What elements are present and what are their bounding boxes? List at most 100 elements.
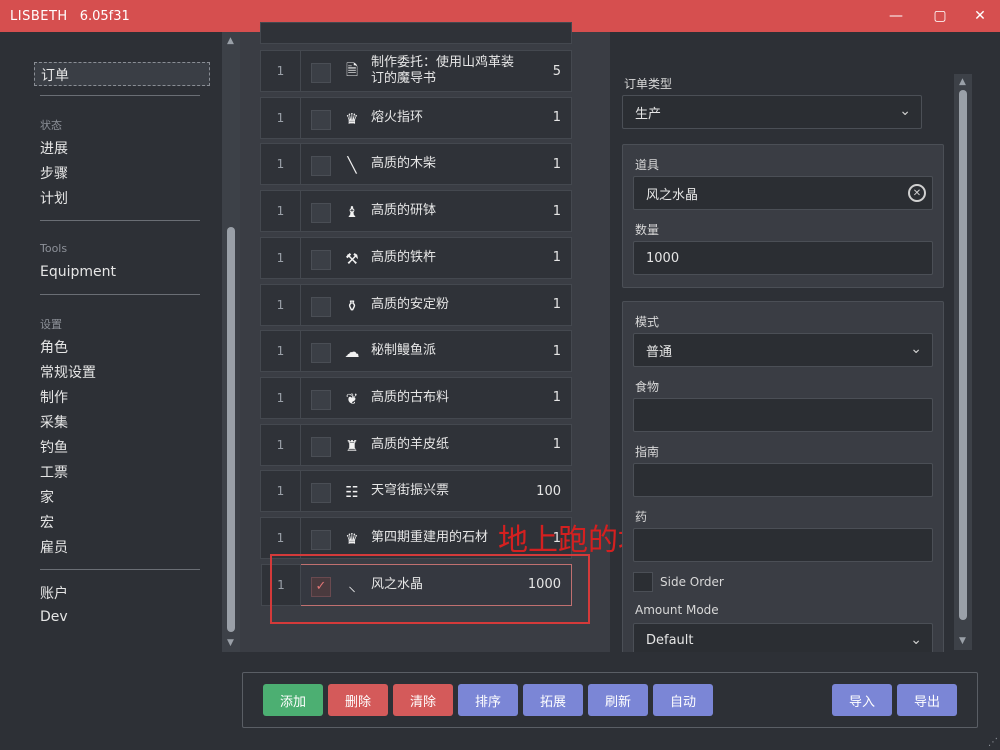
auto-button[interactable]: 自动 <box>653 684 713 716</box>
order-row-checkbox[interactable] <box>311 249 331 270</box>
maximize-button[interactable]: ▢ <box>920 0 960 32</box>
sidebar-item-retainers[interactable]: 雇员 <box>40 537 68 557</box>
item-field[interactable]: 风之水晶 ✕ <box>633 176 933 210</box>
order-row-checkbox[interactable] <box>311 343 331 364</box>
sidebar-item-equipment[interactable]: Equipment <box>40 264 116 280</box>
form-scrollbar[interactable]: ▲ ▼ <box>954 74 972 650</box>
sidebar-item-home[interactable]: 家 <box>40 487 54 507</box>
order-row-checkbox[interactable] <box>311 156 331 177</box>
guide-field[interactable] <box>633 463 933 497</box>
sidebar-item-fishing[interactable]: 钓鱼 <box>40 437 68 457</box>
annotation-box <box>270 554 590 624</box>
resize-grip-icon[interactable]: ⋰ <box>988 737 998 748</box>
divider <box>40 294 200 295</box>
mortar-icon: ♝ <box>345 203 359 222</box>
scroll-down-icon[interactable]: ▼ <box>227 638 234 648</box>
order-row-number: 1 <box>261 377 301 418</box>
clipboard-icon: ☷ <box>345 483 359 502</box>
order-row-number: 1 <box>261 284 301 325</box>
order-row-checkbox[interactable] <box>311 63 331 83</box>
sidebar-item-account[interactable]: 账户 <box>40 583 68 603</box>
export-button[interactable]: 导出 <box>897 684 957 716</box>
food-field[interactable] <box>633 398 933 432</box>
sidebar-item-progress[interactable]: 进展 <box>40 138 68 158</box>
order-row[interactable]: 1 ⚱ 高质的安定粉 1 <box>260 283 572 326</box>
expand-button[interactable]: 拓展 <box>523 684 583 716</box>
import-button[interactable]: 导入 <box>832 684 892 716</box>
scroll-up-icon[interactable]: ▲ <box>959 77 966 87</box>
order-row[interactable]: 1 ❦ 高质的古布料 1 <box>260 376 572 419</box>
divider <box>40 95 200 96</box>
sidebar-item-gathering[interactable]: 采集 <box>40 412 68 432</box>
amount-mode-label: Amount Mode <box>635 603 719 617</box>
order-row-number: 1 <box>261 97 301 138</box>
sidebar-item-crafting[interactable]: 制作 <box>40 387 68 407</box>
sidebar-item-character[interactable]: 角色 <box>40 337 68 357</box>
order-row-name: 高质的古布料 <box>371 389 450 405</box>
order-row-checkbox[interactable] <box>311 483 331 504</box>
sidebar-item-plan[interactable]: 计划 <box>40 188 68 208</box>
order-row-name: 高质的研钵 <box>371 203 437 219</box>
scroll-down-icon[interactable]: ▼ <box>959 636 966 646</box>
order-row-quantity: 1 <box>552 343 561 359</box>
order-row[interactable]: 1 ♜ 高质的羊皮纸 1 <box>260 423 572 466</box>
app-name: LISBETH <box>10 8 68 24</box>
clear-button[interactable]: 清除 <box>393 684 453 716</box>
side-order-checkbox[interactable] <box>633 572 653 592</box>
order-row-checkbox[interactable] <box>311 296 331 317</box>
order-row-number: 1 <box>261 144 301 185</box>
close-button[interactable]: ✕ <box>960 0 1000 32</box>
order-row[interactable]: 1 ♛ 熔火指环 1 <box>260 96 572 139</box>
sidebar: 订单 状态 进展 步骤 计划 Tools Equipment 设置 角色 常规设… <box>0 32 222 750</box>
sidebar-item-dev[interactable]: Dev <box>40 609 68 625</box>
order-row-partial[interactable] <box>260 22 572 44</box>
minimize-button[interactable]: — <box>876 0 916 32</box>
sidebar-heading-status: 状态 <box>40 119 62 132</box>
sidebar-item-orders[interactable]: 订单 <box>34 62 210 86</box>
app-version: 6.05f31 <box>79 8 130 24</box>
scrollbar-thumb[interactable] <box>959 90 967 620</box>
sidebar-item-tickets[interactable]: 工票 <box>40 462 68 482</box>
scroll-icon: ♜ <box>345 436 359 455</box>
order-type-select[interactable]: 生产 ⌄ <box>622 95 922 129</box>
order-row-quantity: 1 <box>552 297 561 312</box>
order-row-quantity: 1 <box>552 203 561 219</box>
refresh-button[interactable]: 刷新 <box>588 684 648 716</box>
order-row[interactable]: 1 ☁ 秘制鳗鱼派 1 <box>260 330 572 373</box>
chevron-down-icon: ⌄ <box>899 103 911 120</box>
chevron-down-icon: ⌄ <box>910 341 922 358</box>
order-row[interactable]: 1 ⚒ 高质的铁杵 1 <box>260 236 572 279</box>
clear-icon[interactable]: ✕ <box>908 184 926 202</box>
sidebar-item-steps[interactable]: 步骤 <box>40 163 68 183</box>
medicine-field[interactable] <box>633 528 933 562</box>
order-row[interactable]: 1 ♝ 高质的研钵 1 <box>260 190 572 233</box>
order-row-checkbox[interactable] <box>311 530 331 550</box>
item-label: 道具 <box>635 158 660 172</box>
delete-button[interactable]: 删除 <box>328 684 388 716</box>
order-row-number: 1 <box>261 237 301 278</box>
add-button[interactable]: 添加 <box>263 684 323 716</box>
scrollbar-thumb[interactable] <box>227 227 235 632</box>
order-row[interactable]: 1 🗎 制作委托：使用山鸡革装订的魔导书 5 <box>260 50 572 92</box>
guide-label: 指南 <box>635 445 660 459</box>
quantity-field[interactable]: 1000 <box>633 241 933 275</box>
order-row-number: 1 <box>261 471 301 512</box>
order-row-name: 高质的羊皮纸 <box>371 436 450 452</box>
log-icon: ╲ <box>347 156 357 175</box>
order-row[interactable]: 1 ╲ 高质的木柴 1 <box>260 143 572 186</box>
scroll-up-icon[interactable]: ▲ <box>227 36 234 46</box>
order-row[interactable]: 1 ☷ 天穹街振兴票 100 <box>260 470 572 513</box>
amount-mode-value: Default <box>646 633 694 648</box>
sidebar-item-macros[interactable]: 宏 <box>40 512 54 532</box>
sidebar-heading-tools: Tools <box>40 242 68 255</box>
chevron-down-icon: ⌄ <box>910 631 922 648</box>
order-row-checkbox[interactable] <box>311 389 331 410</box>
mode-select[interactable]: 普通 ⌄ <box>633 333 933 367</box>
order-row-number: 1 <box>261 518 301 558</box>
order-list-scrollbar[interactable]: ▲ ▼ <box>222 32 240 652</box>
sidebar-item-general-settings[interactable]: 常规设置 <box>40 362 96 382</box>
order-row-checkbox[interactable] <box>311 109 331 130</box>
order-row-checkbox[interactable] <box>311 436 331 457</box>
sort-button[interactable]: 排序 <box>458 684 518 716</box>
order-row-checkbox[interactable] <box>311 203 331 224</box>
